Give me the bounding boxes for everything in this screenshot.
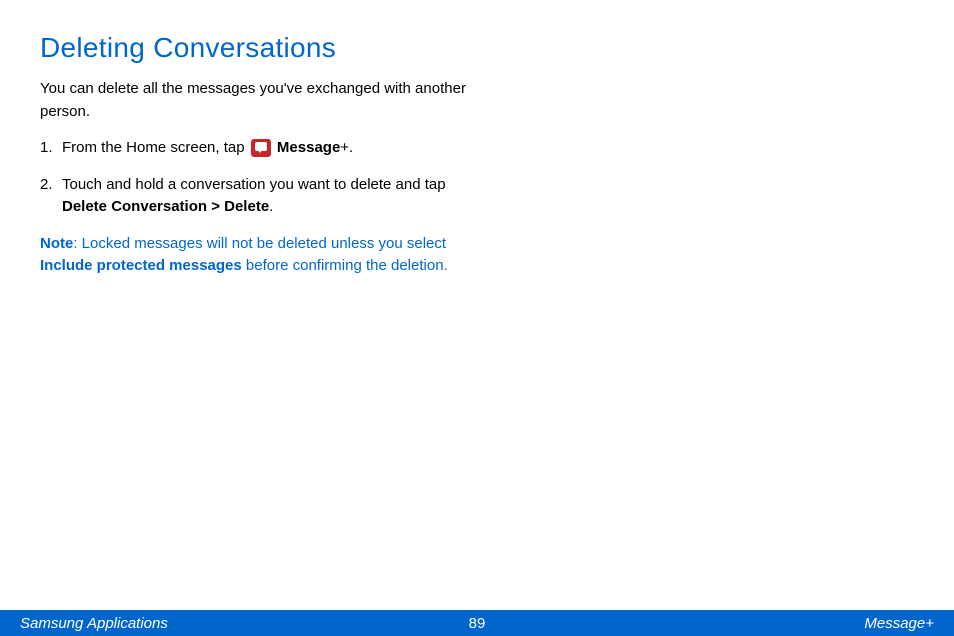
step-1-text-prefix: From the Home screen, tap: [62, 139, 249, 156]
intro-paragraph: You can delete all the messages you've e…: [40, 78, 480, 123]
note-label: Note: [40, 235, 73, 252]
steps-list: From the Home screen, tap Message+. Touc…: [40, 137, 480, 219]
footer-right-text: Message+: [485, 615, 934, 632]
step-2-suffix: .: [269, 198, 273, 215]
step-1: From the Home screen, tap Message+.: [40, 137, 480, 160]
step-2-bold: Delete Conversation > Delete: [62, 198, 269, 215]
step-2-text-prefix: Touch and hold a conversation you want t…: [62, 176, 446, 193]
step-2: Touch and hold a conversation you want t…: [40, 174, 480, 219]
page-footer: Samsung Applications 89 Message+: [0, 610, 954, 636]
message-plus-icon: [251, 139, 271, 157]
note-text-prefix: : Locked messages will not be deleted un…: [73, 235, 446, 252]
note-bold-text: Include protected messages: [40, 257, 242, 274]
footer-page-number: 89: [469, 615, 486, 632]
footer-left-text: Samsung Applications: [20, 615, 469, 632]
note-paragraph: Note: Locked messages will not be delete…: [40, 233, 480, 278]
section-heading: Deleting Conversations: [40, 32, 480, 64]
step-1-app-suffix: +.: [340, 139, 353, 156]
step-1-app-name: Message: [277, 139, 340, 156]
note-text-suffix: before confirming the deletion.: [242, 257, 448, 274]
page-content: Deleting Conversations You can delete al…: [0, 0, 520, 278]
